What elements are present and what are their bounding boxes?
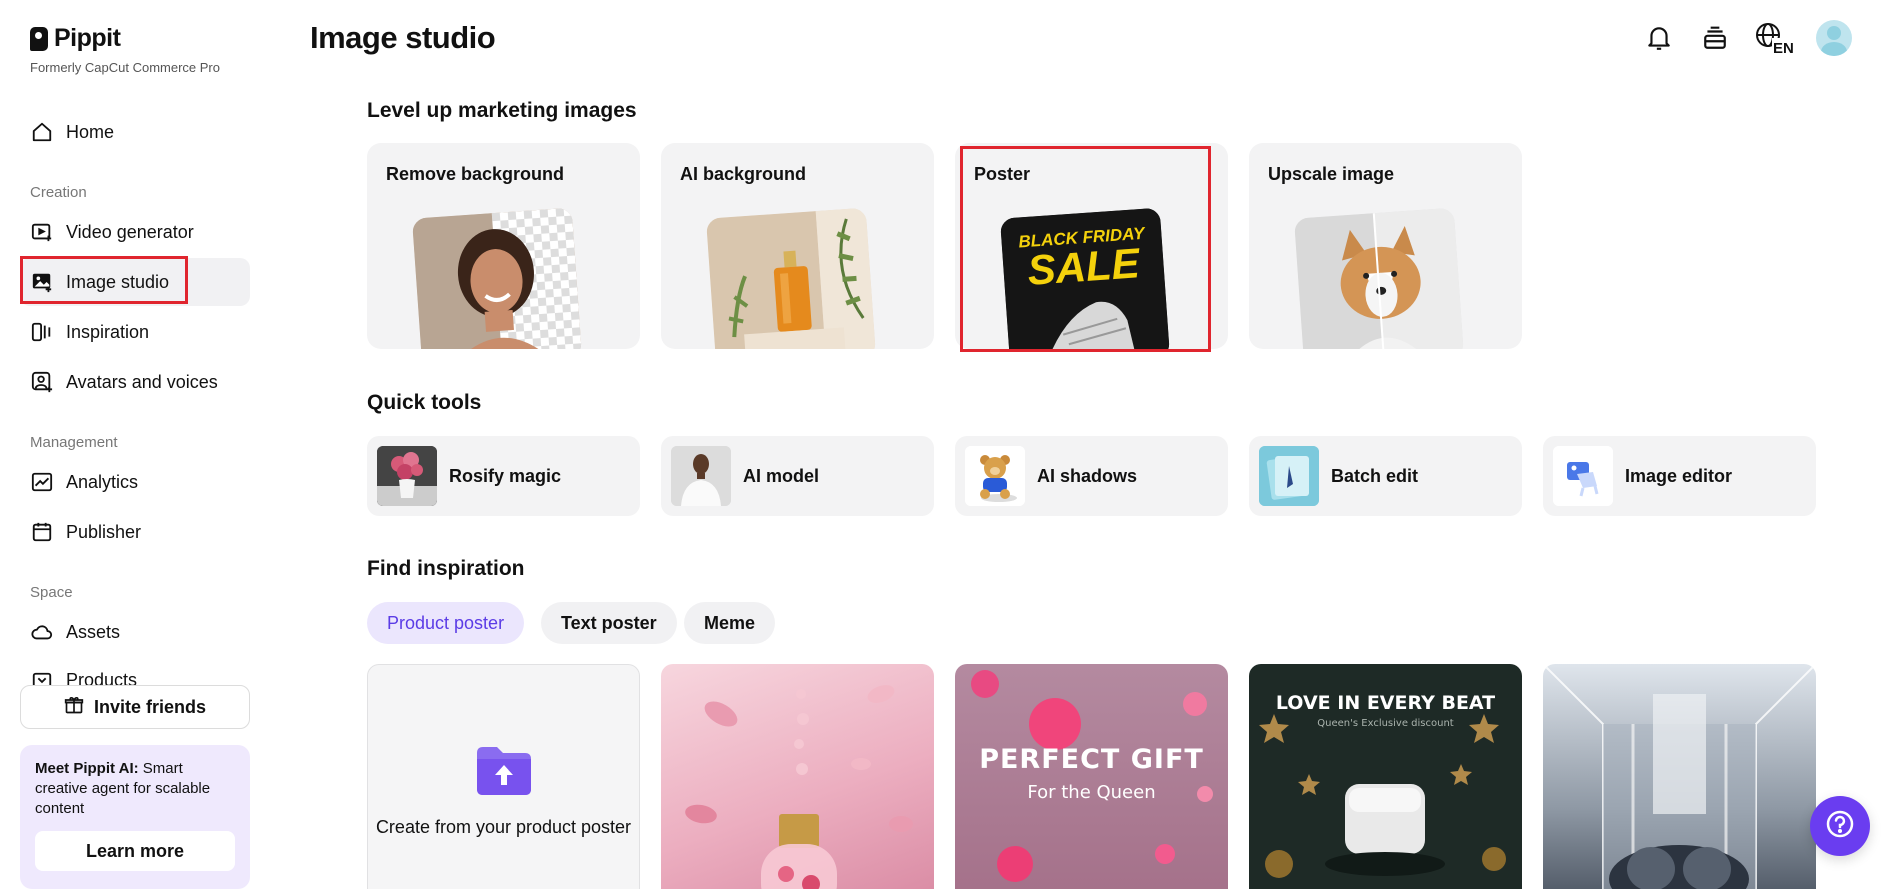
home-icon xyxy=(30,120,54,144)
sidebar-item-label: Home xyxy=(66,121,115,142)
sidebar-item-assets[interactable]: Assets xyxy=(20,608,250,656)
sidebar-item-label: Avatars and voices xyxy=(66,371,218,392)
quick-tools-section-title: Quick tools xyxy=(367,391,482,414)
section-label-space: Space xyxy=(30,584,73,601)
sidebar-item-label: Video generator xyxy=(66,221,194,242)
create-card-text: Create from your product poster xyxy=(375,817,632,837)
app-name: Pippit xyxy=(54,24,121,52)
sidebar-item-label: Inspiration xyxy=(66,321,150,342)
ai-model-icon xyxy=(671,446,731,506)
tool-label: AI shadows xyxy=(1037,465,1138,486)
sidebar-item-inspiration[interactable]: Inspiration xyxy=(20,308,250,356)
card-label: AI background xyxy=(680,164,807,184)
create-product-poster-card[interactable]: Create from your product poster xyxy=(367,664,640,889)
invite-friends-button[interactable]: Invite friends xyxy=(20,685,250,729)
language-globe-icon[interactable]: EN xyxy=(1754,21,1794,55)
avatar-voice-icon xyxy=(30,370,54,394)
sidebar-item-home[interactable]: Home xyxy=(20,108,250,156)
promo-text: Meet Pippit AI: Smart creative agent for… xyxy=(35,759,235,819)
app-logo[interactable]: Pippit xyxy=(30,24,121,53)
header-actions: EN xyxy=(1642,20,1852,56)
inspiration-section-title: Find inspiration xyxy=(367,557,525,580)
sidebar-item-analytics[interactable]: Analytics xyxy=(20,458,250,506)
sidebar: Pippit Formerly CapCut Commerce Pro Home… xyxy=(0,0,270,889)
inspiration-icon xyxy=(30,320,54,344)
video-generator-icon xyxy=(30,220,54,244)
sidebar-item-label: Publisher xyxy=(66,521,142,542)
ai-background-card[interactable]: AI background xyxy=(661,143,934,349)
tool-label: Image editor xyxy=(1625,465,1733,486)
sidebar-item-avatars-voices[interactable]: Avatars and voices xyxy=(20,358,250,406)
inspiration-card-earbuds[interactable] xyxy=(1543,664,1816,889)
inspiration-card-perfume[interactable] xyxy=(661,664,934,889)
bell-icon[interactable] xyxy=(1642,21,1676,55)
sidebar-item-label: Image studio xyxy=(66,271,170,292)
perfume-image xyxy=(685,685,913,889)
inspiration-card-love-beat[interactable]: LOVE IN EVERY BEAT Queen's Exclusive dis… xyxy=(1249,664,1522,889)
ai-shadows-icon xyxy=(965,446,1025,506)
gift-icon xyxy=(64,695,84,720)
sidebar-item-image-studio[interactable]: Image studio xyxy=(20,258,250,306)
love-beat-decor xyxy=(1259,714,1506,878)
remove-background-thumbnail xyxy=(411,207,583,349)
promo-title: Meet Pippit AI: xyxy=(35,760,139,777)
sidebar-item-publisher[interactable]: Publisher xyxy=(20,508,250,556)
image-studio-icon xyxy=(30,270,54,294)
perfect-gift-headline: PERFECT GIFT xyxy=(979,744,1204,775)
sidebar-item-label: Analytics xyxy=(66,471,139,492)
quick-tool-ai-shadows[interactable]: AI shadows xyxy=(955,436,1228,516)
quick-tool-rosify-magic[interactable]: Rosify magic xyxy=(367,436,640,516)
tab-text-poster[interactable]: Text poster xyxy=(541,602,677,644)
help-button[interactable] xyxy=(1810,796,1870,856)
ai-background-thumbnail xyxy=(705,207,877,349)
batch-edit-icon xyxy=(1259,446,1319,506)
tool-label: AI model xyxy=(743,465,820,486)
poster-line2: SALE xyxy=(1026,239,1143,294)
upscale-image-card[interactable]: Upscale image xyxy=(1249,143,1522,349)
upscale-image-thumbnail xyxy=(1293,207,1465,349)
analytics-icon xyxy=(30,470,54,494)
remove-background-card[interactable]: Remove background xyxy=(367,143,640,349)
sidebar-item-video-generator[interactable]: Video generator xyxy=(20,208,250,256)
perfect-gift-decor xyxy=(971,670,1213,882)
tool-label: Batch edit xyxy=(1331,465,1419,486)
earbuds-image xyxy=(1543,664,1816,889)
invite-friends-label: Invite friends xyxy=(93,696,207,717)
section-label-management: Management xyxy=(30,434,118,451)
learn-more-button[interactable]: Learn more xyxy=(35,831,235,871)
help-icon xyxy=(1825,809,1855,844)
rosify-magic-icon xyxy=(377,446,437,506)
stack-icon[interactable] xyxy=(1698,21,1732,55)
cloud-icon xyxy=(30,620,54,644)
inspiration-card-perfect-gift[interactable]: PERFECT GIFT For the Queen xyxy=(955,664,1228,889)
section-label-creation: Creation xyxy=(30,184,87,201)
card-label: Remove background xyxy=(386,164,565,184)
quick-tool-image-editor[interactable]: Image editor xyxy=(1543,436,1816,516)
tool-label: Rosify magic xyxy=(449,465,562,486)
image-editor-icon xyxy=(1553,446,1613,506)
app-subtitle: Formerly CapCut Commerce Pro xyxy=(30,60,220,75)
upload-folder-icon xyxy=(475,743,533,802)
quick-tool-batch-edit[interactable]: Batch edit xyxy=(1249,436,1522,516)
pippit-ai-promo: Meet Pippit AI: Smart creative agent for… xyxy=(20,745,250,889)
tab-meme[interactable]: Meme xyxy=(684,602,776,644)
page-title: Image studio xyxy=(310,20,496,55)
poster-thumbnail: BLACK FRIDAY SALE xyxy=(999,207,1171,349)
user-avatar[interactable] xyxy=(1816,20,1852,56)
language-code: EN xyxy=(1773,40,1794,55)
perfect-gift-subline: For the Queen xyxy=(1027,782,1156,803)
card-label: Upscale image xyxy=(1268,164,1395,184)
tab-product-poster[interactable]: Product poster xyxy=(367,602,525,644)
card-label: Poster xyxy=(974,164,1031,184)
pippit-logo-icon xyxy=(30,26,48,51)
sidebar-item-products[interactable]: Products xyxy=(20,658,250,688)
quick-tool-ai-model[interactable]: AI model xyxy=(661,436,934,516)
sidebar-item-label: Assets xyxy=(66,621,121,642)
marketing-section-title: Level up marketing images xyxy=(367,99,637,122)
calendar-icon xyxy=(30,520,54,544)
poster-card[interactable]: Poster BLACK FRIDAY SALE xyxy=(955,143,1228,349)
